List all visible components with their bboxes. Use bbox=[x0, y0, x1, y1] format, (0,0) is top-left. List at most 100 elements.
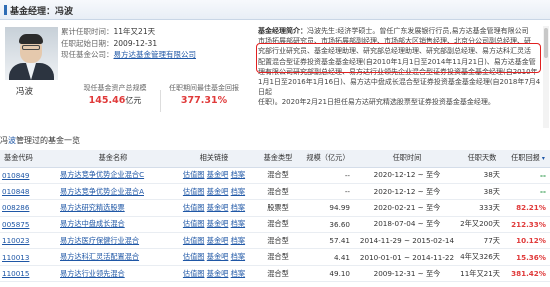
info-row: 现任基金公司：易方达基金管理有限公司 bbox=[61, 49, 196, 61]
fund-name-link[interactable]: 易方达研究精选股票 bbox=[60, 203, 125, 212]
section-title-prefix: 冯 bbox=[0, 136, 8, 145]
fund-forum-link[interactable]: 基金吧 bbox=[207, 187, 229, 196]
table-row: 008286 易方达研究精选股票 估值图 基金吧 档案 股票型 94.99 2020-02… bbox=[0, 199, 550, 217]
fund-size: 57.41 bbox=[300, 232, 356, 250]
tenure-period: 2020-12-12 ~ 至今 bbox=[356, 183, 458, 201]
info-key: 累计任职时间： bbox=[61, 27, 114, 36]
tenure-days: 77天 bbox=[458, 232, 506, 250]
fund-name-link[interactable]: 易方达竞争优势企业混合C bbox=[60, 170, 144, 179]
tenure-days: 38天 bbox=[458, 183, 506, 201]
best-return-label: 任职期间最佳基金回报 bbox=[169, 84, 239, 92]
fund-code-link[interactable]: 110023 bbox=[2, 236, 29, 245]
col-size[interactable]: 规模（亿元） bbox=[300, 150, 356, 168]
fund-forum-link[interactable]: 基金吧 bbox=[207, 236, 229, 245]
info-row: 任职起始日期：2009-12-31 bbox=[61, 38, 196, 50]
fund-size: -- bbox=[300, 183, 356, 201]
best-return-stat: 任职期间最佳基金回报 377.31% bbox=[164, 84, 244, 106]
valuation-chart-link[interactable]: 估值图 bbox=[183, 203, 205, 212]
fund-size: 36.60 bbox=[300, 216, 356, 234]
info-value: 11年又21天 bbox=[113, 27, 156, 36]
fund-name-link[interactable]: 易方达竞争优势企业混合A bbox=[60, 187, 144, 196]
fund-forum-link[interactable]: 基金吧 bbox=[207, 170, 229, 179]
tenure-return: 82.21% bbox=[506, 199, 550, 217]
valuation-chart-link[interactable]: 估值图 bbox=[183, 236, 205, 245]
fund-code-link[interactable]: 008286 bbox=[2, 203, 29, 212]
info-key: 现任基金公司： bbox=[61, 50, 114, 59]
fund-forum-link[interactable]: 基金吧 bbox=[207, 269, 229, 278]
fund-archive-link[interactable]: 档案 bbox=[231, 170, 245, 179]
tenure-return: 15.36% bbox=[506, 248, 550, 266]
col-type[interactable]: 基金类型 bbox=[256, 150, 300, 168]
table-row: 010849 易方达竞争优势企业混合C 估值图 基金吧 档案 混合型 -- 2020-12… bbox=[0, 167, 550, 184]
valuation-chart-link[interactable]: 估值图 bbox=[183, 170, 205, 179]
fund-name-link[interactable]: 易方达行业领先混合 bbox=[60, 269, 125, 278]
fund-type: 混合型 bbox=[256, 167, 300, 184]
header-accent-bar bbox=[4, 5, 7, 15]
col-code[interactable]: 基金代码 bbox=[0, 150, 54, 168]
bio-scrollbar[interactable] bbox=[543, 26, 549, 128]
valuation-chart-link[interactable]: 估值图 bbox=[183, 187, 205, 196]
tenure-return: -- bbox=[506, 167, 550, 184]
tenure-period: 2020-12-12 ~ 至今 bbox=[356, 167, 458, 184]
manager-stats: 现任基金资产总规模 145.46亿元 任职期间最佳基金回报 377.31% bbox=[60, 84, 239, 116]
best-return-value: 377.31% bbox=[180, 95, 228, 106]
fund-archive-link[interactable]: 档案 bbox=[231, 236, 245, 245]
fund-type: 混合型 bbox=[256, 232, 300, 250]
page-title: 基金经理：冯波 bbox=[10, 7, 74, 17]
valuation-chart-link[interactable]: 估值图 bbox=[183, 269, 205, 278]
aum-stat: 现任基金资产总规模 145.46亿元 bbox=[75, 84, 155, 106]
tenure-return: 10.12% bbox=[506, 232, 550, 250]
tenure-days: 4年又326天 bbox=[458, 248, 506, 266]
valuation-chart-link[interactable]: 估值图 bbox=[183, 219, 205, 228]
tenure-return: 381.42% bbox=[506, 265, 550, 283]
fund-archive-link[interactable]: 档案 bbox=[231, 203, 245, 212]
fund-type: 混合型 bbox=[256, 183, 300, 201]
valuation-chart-link[interactable]: 估值图 bbox=[183, 252, 205, 261]
manager-name: 冯波 bbox=[16, 87, 34, 97]
fund-table: 基金代码 基金名称 相关链接 基金类型 规模（亿元） 任职时间 任职天数 任职回… bbox=[0, 150, 550, 283]
fund-name-link[interactable]: 易方达医疗保健行业混合 bbox=[60, 236, 139, 245]
col-name[interactable]: 基金名称 bbox=[54, 150, 172, 168]
fund-name-link[interactable]: 易方达中盘成长混合 bbox=[60, 219, 125, 228]
fund-forum-link[interactable]: 基金吧 bbox=[207, 219, 229, 228]
col-return[interactable]: 任职回报 bbox=[506, 150, 550, 168]
fund-size: -- bbox=[300, 167, 356, 184]
tenure-period: 2020-02-21 ~ 至今 bbox=[356, 199, 458, 217]
col-links: 相关链接 bbox=[172, 150, 256, 168]
fund-code-link[interactable]: 005875 bbox=[2, 220, 29, 229]
fund-code-link[interactable]: 110015 bbox=[2, 269, 29, 278]
fund-name-link[interactable]: 易方达科汇灵活配置混合 bbox=[60, 252, 139, 261]
fund-size: 49.10 bbox=[300, 265, 356, 283]
col-days[interactable]: 任职天数 bbox=[458, 150, 506, 168]
page-header: 基金经理：冯波 bbox=[0, 0, 550, 20]
fund-type: 混合型 bbox=[256, 265, 300, 283]
info-row: 累计任职时间：11年又21天 bbox=[61, 26, 196, 38]
scrollbar-thumb[interactable] bbox=[544, 28, 548, 58]
aum-value: 145.46 bbox=[88, 95, 126, 106]
section-title-accent: 波 bbox=[8, 136, 16, 145]
table-header: 基金代码 基金名称 相关链接 基金类型 规模（亿元） 任职时间 任职天数 任职回… bbox=[0, 150, 550, 168]
stats-divider bbox=[160, 90, 161, 112]
tenure-days: 2年又200天 bbox=[458, 216, 506, 234]
fund-archive-link[interactable]: 档案 bbox=[231, 187, 245, 196]
fund-forum-link[interactable]: 基金吧 bbox=[207, 203, 229, 212]
tenure-days: 38天 bbox=[458, 167, 506, 184]
company-link[interactable]: 易方达基金管理有限公司 bbox=[114, 50, 197, 59]
fund-archive-link[interactable]: 档案 bbox=[231, 219, 245, 228]
col-period[interactable]: 任职时间 bbox=[356, 150, 458, 168]
fund-archive-link[interactable]: 档案 bbox=[231, 252, 245, 261]
table-row: 110015 易方达行业领先混合 估值图 基金吧 档案 混合型 49.10 2009-12… bbox=[0, 265, 550, 283]
tenure-return: 212.33% bbox=[506, 216, 550, 234]
bio-heading: 基金经理简介： bbox=[258, 27, 307, 35]
fund-archive-link[interactable]: 档案 bbox=[231, 269, 245, 278]
fund-code-link[interactable]: 110013 bbox=[2, 253, 29, 262]
fund-code-link[interactable]: 010849 bbox=[2, 171, 29, 180]
fund-code-link[interactable]: 010848 bbox=[2, 187, 29, 196]
tenure-return: -- bbox=[506, 183, 550, 201]
tenure-period: 2018-07-04 ~ 至今 bbox=[356, 216, 458, 234]
bio-line: 任职)。2020年2月21日担任易方达研究精选股票型证券投资基金基金经理。 bbox=[258, 98, 495, 107]
fund-type: 混合型 bbox=[256, 216, 300, 234]
fund-forum-link[interactable]: 基金吧 bbox=[207, 252, 229, 261]
fund-type: 股票型 bbox=[256, 199, 300, 217]
bio-line: 冯波先生:经济学硕士。曾任广东发展银行行员,易方达基金管理有限公司 bbox=[307, 27, 529, 35]
